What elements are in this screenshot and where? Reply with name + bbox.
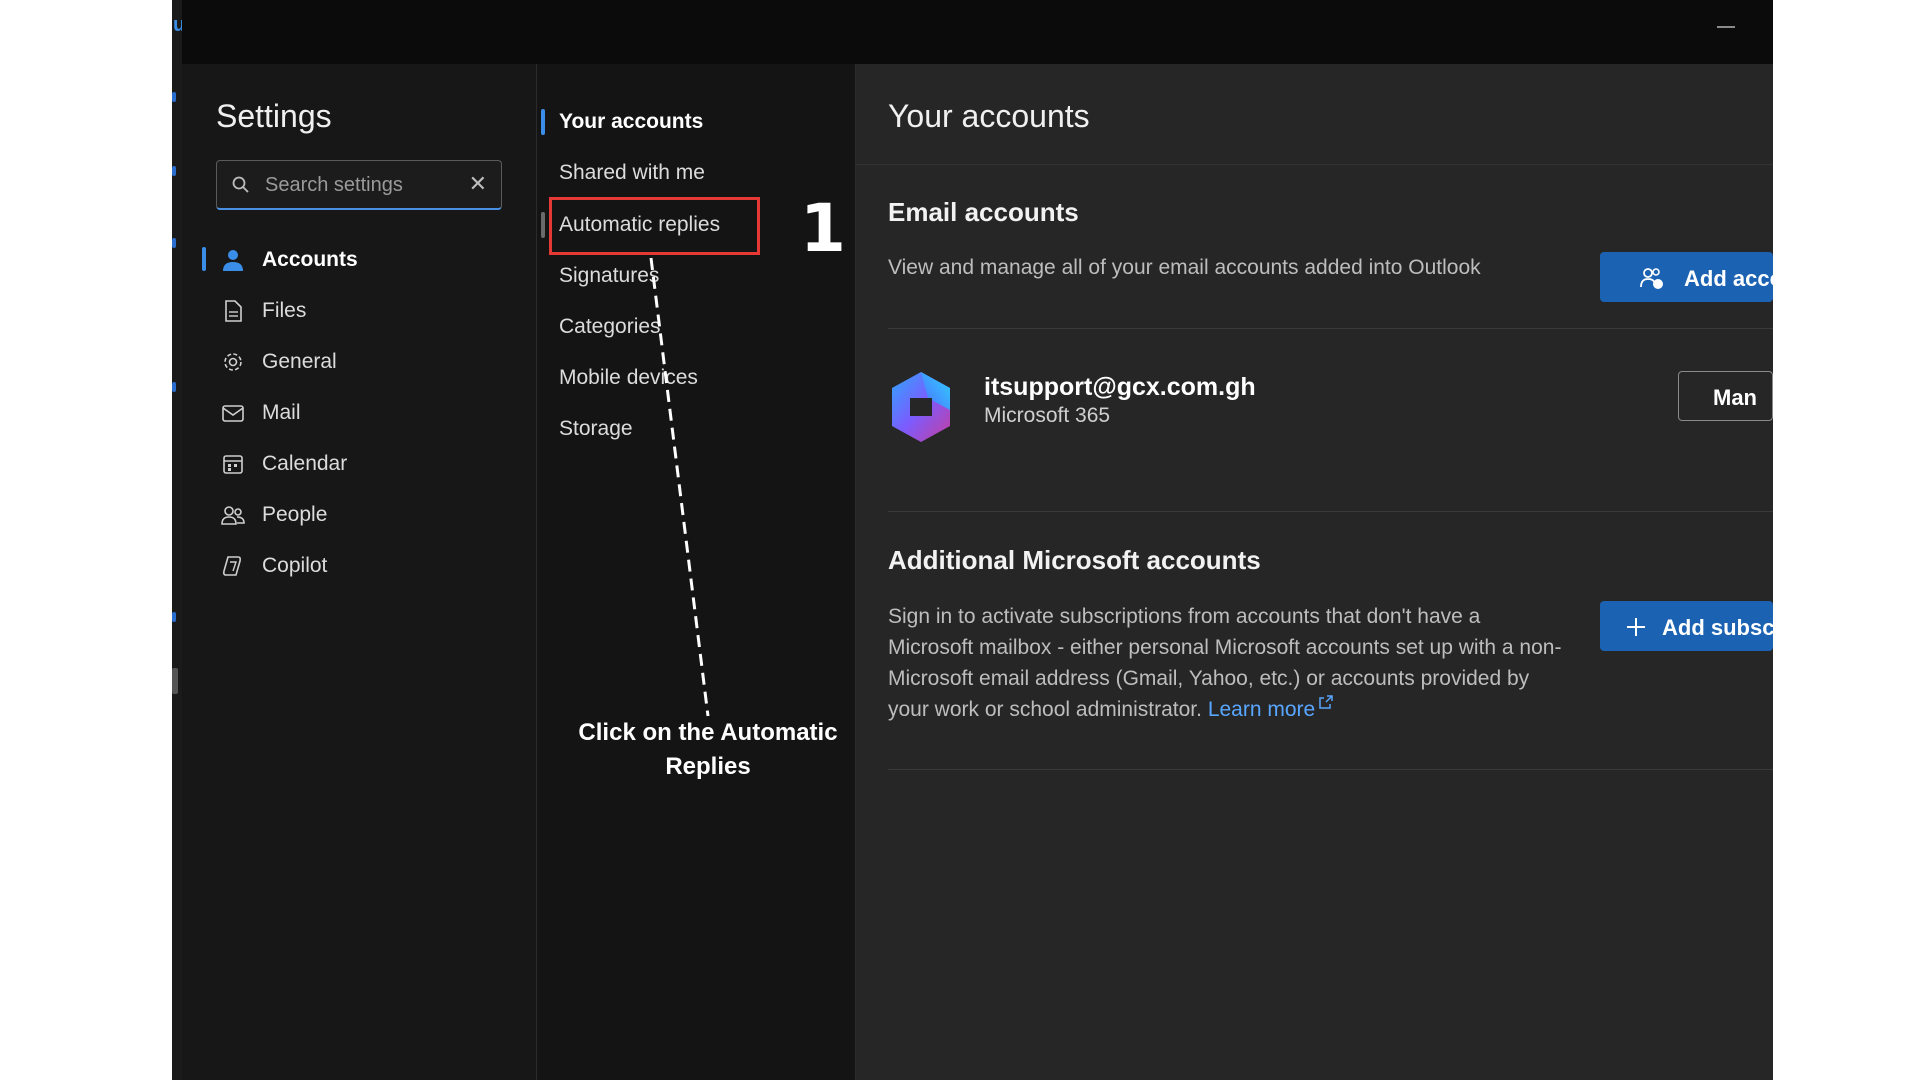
- additional-accounts-title: Additional Microsoft accounts: [888, 545, 1261, 575]
- subnav-label: Mobile devices: [559, 366, 698, 389]
- nav-label: General: [262, 350, 337, 373]
- calendar-icon: [223, 455, 243, 474]
- subnav-categories[interactable]: Categories: [537, 306, 857, 346]
- your-accounts-panel: Your accounts Email accounts View and ma…: [856, 64, 1773, 1080]
- app-bar-dot: [172, 382, 176, 392]
- people-icon: [221, 506, 245, 525]
- add-account-button[interactable]: Add acco: [1600, 252, 1773, 302]
- app-bar-strip: u: [172, 0, 185, 1080]
- search-icon: [232, 176, 249, 193]
- active-indicator: [202, 247, 206, 271]
- app-bar-dot: [172, 92, 176, 102]
- nav-label: People: [262, 503, 328, 526]
- add-person-icon: [1640, 268, 1663, 289]
- person-icon: [223, 250, 243, 271]
- highlight-box: [549, 197, 760, 255]
- nav-item-people[interactable]: People: [182, 494, 536, 534]
- app-bar-dot: [172, 238, 176, 248]
- additional-accounts-description: Sign in to activate subscriptions from a…: [888, 601, 1568, 725]
- settings-title: Settings: [216, 98, 332, 134]
- subnav-label: Your accounts: [559, 110, 704, 133]
- page-title: Your accounts: [888, 98, 1090, 134]
- divider: [888, 769, 1773, 770]
- add-subscription-button[interactable]: Add subscr: [1600, 601, 1773, 651]
- account-type: Microsoft 365: [984, 404, 1111, 427]
- gear-icon: [224, 353, 242, 371]
- subnav-label: Shared with me: [559, 161, 705, 184]
- close-icon[interactable]: ✕: [469, 171, 487, 197]
- account-email: itsupport@gcx.com.gh: [984, 373, 1256, 401]
- microsoft-365-logo-icon: [892, 372, 950, 442]
- nav-label: Files: [262, 299, 307, 322]
- nav-item-general[interactable]: General: [182, 341, 536, 381]
- subnav-label: Signatures: [559, 264, 660, 287]
- hover-indicator: [541, 212, 545, 238]
- step-number: 1: [800, 190, 846, 267]
- divider: [888, 511, 1773, 512]
- content-header: Your accounts: [856, 64, 1773, 165]
- outlook-window: u Settings Search settings ✕ Accounts Fi…: [172, 0, 1773, 1080]
- app-bar-scroll[interactable]: [172, 668, 178, 694]
- copilot-icon: [222, 556, 242, 576]
- manage-button[interactable]: Man: [1678, 371, 1773, 421]
- subnav-label: Storage: [559, 417, 633, 440]
- minimize-icon[interactable]: [1717, 26, 1735, 28]
- subnav-mobile-devices[interactable]: Mobile devices: [537, 357, 857, 397]
- divider: [888, 328, 1773, 329]
- learn-more-label: Learn more: [1207, 698, 1316, 721]
- search-settings-input[interactable]: Search settings ✕: [216, 160, 502, 210]
- subnav-label: Categories: [559, 315, 661, 338]
- plus-icon: [1627, 618, 1645, 636]
- annotation-instruction: Click on the Automatic Replies: [578, 719, 838, 780]
- app-bar-dot: [172, 166, 176, 176]
- nav-item-copilot[interactable]: Copilot: [182, 545, 536, 585]
- subnav-your-accounts[interactable]: Your accounts: [537, 101, 857, 141]
- nav-label: Copilot: [262, 554, 328, 577]
- add-account-label: Add acco: [1684, 266, 1773, 291]
- subnav-shared-with-me[interactable]: Shared with me: [537, 152, 857, 192]
- nav-item-files[interactable]: Files: [182, 290, 536, 330]
- manage-label: Man: [1713, 385, 1757, 410]
- subnav-storage[interactable]: Storage: [537, 408, 857, 448]
- mail-icon: [222, 405, 244, 422]
- settings-panel: Settings Search settings ✕ Accounts File…: [182, 64, 536, 1080]
- file-icon: [225, 300, 242, 322]
- title-bar: [182, 0, 1773, 64]
- add-subscription-label: Add subscr: [1662, 615, 1773, 640]
- nav-item-mail[interactable]: Mail: [182, 392, 536, 432]
- nav-label: Mail: [262, 401, 301, 424]
- email-accounts-description: View and manage all of your email accoun…: [888, 256, 1481, 279]
- external-link-icon: [1319, 695, 1333, 709]
- nav-item-calendar[interactable]: Calendar: [182, 443, 536, 483]
- app-bar-dot: [172, 612, 176, 622]
- learn-more-link[interactable]: Learn more: [1207, 695, 1334, 721]
- active-indicator: [541, 109, 545, 135]
- email-accounts-title: Email accounts: [888, 197, 1079, 227]
- search-placeholder: Search settings: [265, 174, 403, 196]
- nav-label: Accounts: [262, 248, 358, 271]
- nav-item-accounts[interactable]: Accounts: [182, 239, 536, 279]
- nav-label: Calendar: [262, 452, 348, 475]
